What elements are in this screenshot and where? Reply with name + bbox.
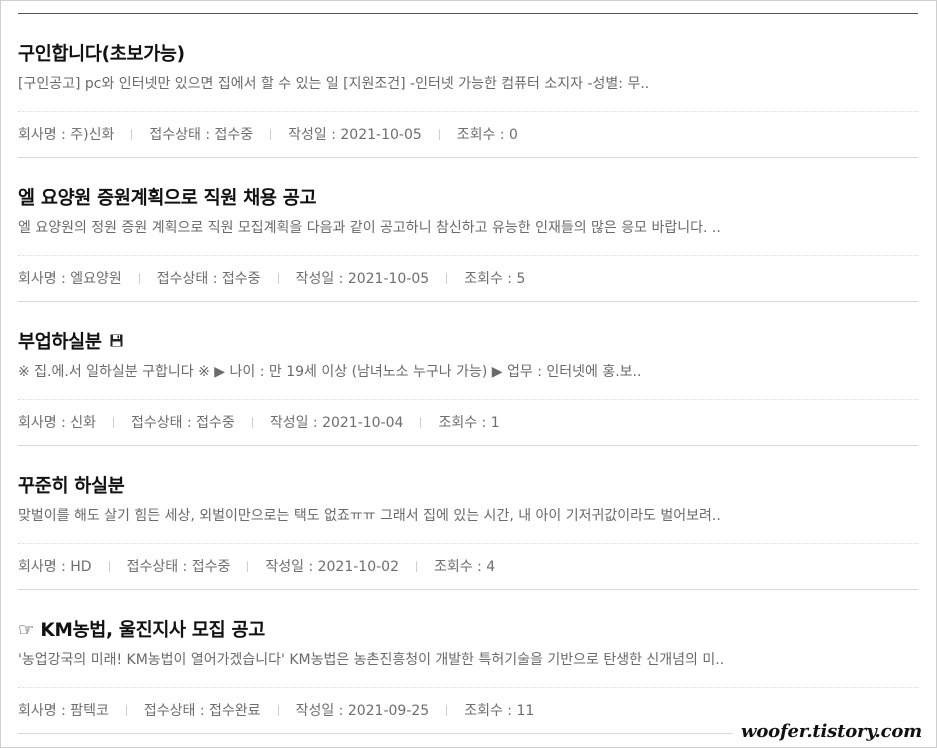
post-summary[interactable]: 엘 요양원의 정원 증원 계획으로 직원 모집계획을 다음과 같이 공고하니 참… [18, 217, 918, 237]
application-status: 접수상태 : 접수완료 [143, 703, 261, 719]
view-count: 조회수 : 1 [438, 415, 500, 431]
view-count: 조회수 : 4 [433, 559, 496, 575]
company-name: 회사명 : 엘요양원 [18, 271, 122, 287]
list-item[interactable]: 부업하실분 ※ 집.에.서 일하실분 구합니다 ※ ▶ 나이 : 만 19세 이… [18, 302, 918, 446]
meta-separator [277, 272, 279, 284]
meta-separator [270, 128, 272, 140]
divider [18, 255, 918, 256]
meta-separator [446, 272, 448, 284]
post-meta: 회사명 : 신화 접수상태 : 접수중 작성일 : 2021-10-04 조회수… [18, 412, 500, 432]
post-summary[interactable]: [구인공고] pc와 인터넷만 있으면 집에서 할 수 있는 일 [지원조건] … [18, 73, 918, 93]
list-item[interactable]: ☞ KM농법, 울진지사 모집 공고 '농업강국의 미래! KM농법이 열어가겠… [18, 590, 918, 734]
post-meta: 회사명 : 엘요양원 접수상태 : 접수중 작성일 : 2021-10-05 조… [18, 268, 525, 288]
meta-separator [108, 560, 110, 572]
meta-separator [415, 560, 417, 572]
company-name: 회사명 : HD [18, 559, 92, 575]
meta-separator [251, 416, 253, 428]
post-meta: 회사명 : HD 접수상태 : 접수중 작성일 : 2021-10-02 조회수… [18, 556, 495, 576]
meta-separator [438, 128, 440, 140]
divider [18, 543, 918, 544]
view-count: 조회수 : 0 [456, 127, 518, 143]
post-title-link[interactable]: 부업하실분 [18, 328, 123, 354]
list-item[interactable]: 꾸준히 하실분 맞벌이를 해도 살기 힘든 세상, 외벌이만으로는 택도 없죠ㅠ… [18, 446, 918, 590]
view-count: 조회수 : 5 [464, 271, 526, 287]
post-summary[interactable]: ※ 집.에.서 일하실분 구합니다 ※ ▶ 나이 : 만 19세 이상 (남녀노… [18, 361, 918, 381]
job-post-list: 구인합니다(초보가능) [구인공고] pc와 인터넷만 있으면 집에서 할 수 … [18, 13, 918, 734]
post-title-link[interactable]: 꾸준히 하실분 [18, 472, 125, 498]
meta-separator [277, 704, 279, 716]
application-status: 접수상태 : 접수중 [156, 271, 261, 287]
list-item[interactable]: 구인합니다(초보가능) [구인공고] pc와 인터넷만 있으면 집에서 할 수 … [18, 14, 918, 158]
meta-separator [125, 704, 127, 716]
meta-separator [446, 704, 448, 716]
application-status: 접수상태 : 접수중 [149, 127, 254, 143]
meta-separator [113, 416, 115, 428]
view-count: 조회수 : 11 [464, 703, 535, 719]
post-meta: 회사명 : 주)신화 접수상태 : 접수중 작성일 : 2021-10-05 조… [18, 124, 518, 144]
list-item[interactable]: 엘 요양원 증원계획으로 직원 채용 공고 엘 요양원의 정원 증원 계획으로 … [18, 158, 918, 302]
company-name: 회사명 : 팜텍코 [18, 703, 109, 719]
meta-separator [138, 272, 140, 284]
post-date: 작성일 : 2021-10-04 [269, 415, 404, 431]
divider [18, 111, 918, 112]
post-date: 작성일 : 2021-10-05 [288, 127, 422, 143]
company-name: 회사명 : 신화 [18, 415, 97, 431]
post-date: 작성일 : 2021-10-05 [295, 271, 430, 287]
post-summary[interactable]: '농업강국의 미래! KM농법이 열어가겠습니다' KM농법은 농촌진흥청이 개… [18, 649, 918, 669]
divider [18, 399, 918, 400]
company-name: 회사명 : 주)신화 [18, 127, 115, 143]
meta-separator [131, 128, 133, 140]
post-title-link[interactable]: 엘 요양원 증원계획으로 직원 채용 공고 [18, 184, 317, 210]
divider [18, 687, 918, 688]
site-watermark: woofer.tistory.com [733, 720, 930, 744]
post-summary[interactable]: 맞벌이를 해도 살기 힘든 세상, 외벌이만으로는 택도 없죠ㅠㅠ 그래서 집에… [18, 505, 918, 525]
post-date: 작성일 : 2021-10-02 [265, 559, 399, 575]
floppy-disk-icon [110, 334, 123, 351]
post-meta: 회사명 : 팜텍코 접수상태 : 접수완료 작성일 : 2021-09-25 조… [18, 700, 534, 720]
application-status: 접수상태 : 접수중 [126, 559, 231, 575]
meta-separator [247, 560, 249, 572]
post-date: 작성일 : 2021-09-25 [295, 703, 430, 719]
application-status: 접수상태 : 접수중 [131, 415, 235, 431]
meta-separator [420, 416, 422, 428]
post-title-link[interactable]: ☞ KM농법, 울진지사 모집 공고 [18, 616, 265, 642]
post-title-link[interactable]: 구인합니다(초보가능) [18, 40, 185, 66]
